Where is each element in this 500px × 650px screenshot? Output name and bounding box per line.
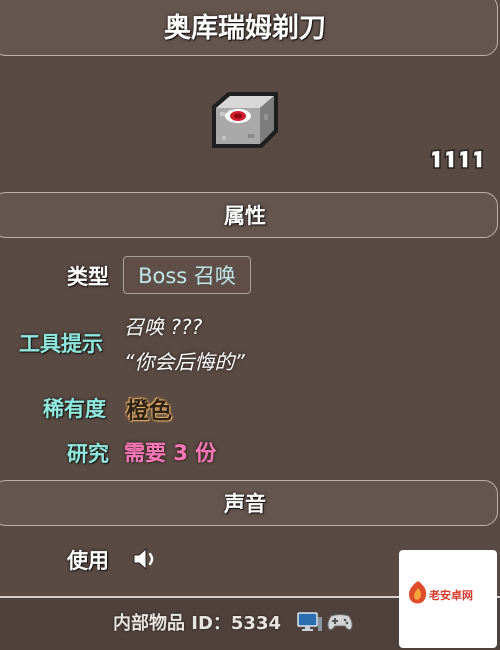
tooltip-line-1: 召唤 ???: [124, 315, 203, 339]
gamepad-icon: [327, 614, 353, 631]
watermark-logo: 老安卓网: [399, 550, 497, 648]
pc-icon: [297, 612, 322, 631]
research-label: 研究: [67, 442, 109, 466]
section-attributes-header: 属性: [0, 192, 498, 238]
use-label: 使用: [67, 549, 109, 573]
razor-item-icon: [212, 92, 278, 148]
watermark-icon: [408, 581, 427, 604]
section-sound-header: 声音: [0, 480, 498, 526]
rarity-label: 稀有度: [43, 397, 106, 421]
type-value-badge: Boss 召唤: [123, 256, 251, 294]
tooltip-line-2: “你会后悔的”: [124, 350, 245, 374]
speaker-icon[interactable]: [131, 546, 159, 572]
tooltip-label: 工具提示: [19, 332, 103, 356]
type-label: 类型: [67, 265, 109, 289]
internal-item-id: 内部物品 ID：5334: [113, 613, 282, 634]
rarity-value: 橙色: [126, 398, 172, 424]
research-value: 需要 3 份: [124, 441, 217, 465]
stack-count-icon: [430, 149, 483, 169]
watermark-text: 老安卓网: [429, 589, 473, 602]
item-title: 奥库瑞姆剃刀: [0, 0, 498, 56]
